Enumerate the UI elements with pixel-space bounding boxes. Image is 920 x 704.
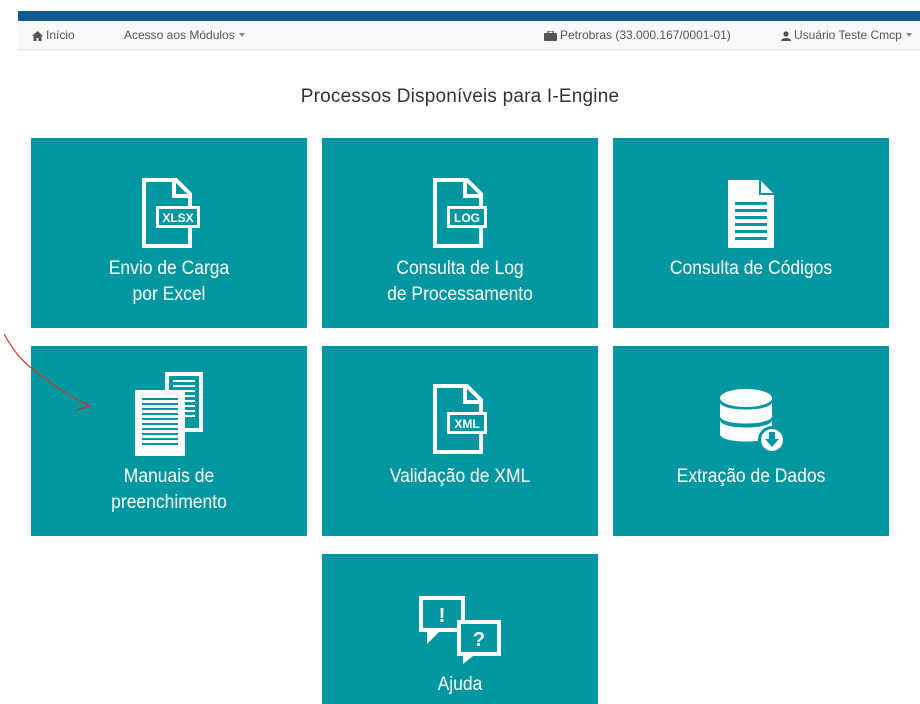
svg-text:LOG: LOG <box>454 211 480 225</box>
tile-extracao-dados[interactable]: Extração de Dados <box>613 346 889 536</box>
nav-company[interactable]: Petrobras (33.000.167/0001-01) <box>544 27 731 43</box>
annotation-arrow-icon <box>3 333 91 411</box>
tile-envio-carga-excel[interactable]: XLSX Envio de Carga por Excel <box>31 138 307 328</box>
chevron-down-icon <box>905 33 912 37</box>
nav-modules-label: Acesso aos Módulos <box>124 28 235 42</box>
tile-label: Ajuda <box>437 674 483 695</box>
document-list-icon <box>613 178 889 255</box>
top-accent-bar <box>18 11 920 21</box>
tile-ajuda[interactable]: ! ? Ajuda <box>322 554 598 704</box>
nav-modules-dropdown[interactable]: Acesso aos Módulos <box>124 27 245 43</box>
briefcase-icon <box>544 30 557 41</box>
tile-label: Envio de Carga por Excel <box>108 258 230 305</box>
svg-text:XML: XML <box>454 417 479 431</box>
help-chat-icon: ! ? <box>322 592 598 669</box>
tile-consulta-log[interactable]: LOG Consulta de Log de Processamento <box>322 138 598 328</box>
user-icon <box>781 31 791 41</box>
nav-company-label: Petrobras (33.000.167/0001-01) <box>560 28 731 42</box>
xml-file-icon: XML <box>322 384 598 459</box>
nav-home-label: Início <box>46 28 75 42</box>
svg-text:?: ? <box>473 629 485 651</box>
xlsx-file-icon: XLSX <box>31 178 307 253</box>
log-file-icon: LOG <box>322 178 598 253</box>
nav-user-label: Usuário Teste Cmcp <box>794 28 902 42</box>
tile-consulta-codigos[interactable]: Consulta de Códigos <box>613 138 889 328</box>
svg-text:XLSX: XLSX <box>162 211 193 225</box>
nav-user-dropdown[interactable]: Usuário Teste Cmcp <box>781 27 912 43</box>
tile-label: Consulta de Log de Processamento <box>387 258 533 305</box>
tile-label: Consulta de Códigos <box>669 258 833 279</box>
tile-validacao-xml[interactable]: XML Validação de XML <box>322 346 598 536</box>
tile-label: Extração de Dados <box>676 466 826 487</box>
nav-home-link[interactable]: Início <box>32 27 75 43</box>
navbar: Início Acesso aos Módulos Petrobras (33.… <box>18 21 920 50</box>
svg-text:!: ! <box>439 605 446 627</box>
tile-label: Validação de XML <box>389 466 531 487</box>
tile-label: Manuais de preenchimento <box>111 466 227 513</box>
page-title: Processos Disponíveis para I-Engine <box>300 86 620 107</box>
chevron-down-icon <box>238 33 245 37</box>
home-icon <box>32 31 43 41</box>
database-download-icon <box>613 388 889 461</box>
